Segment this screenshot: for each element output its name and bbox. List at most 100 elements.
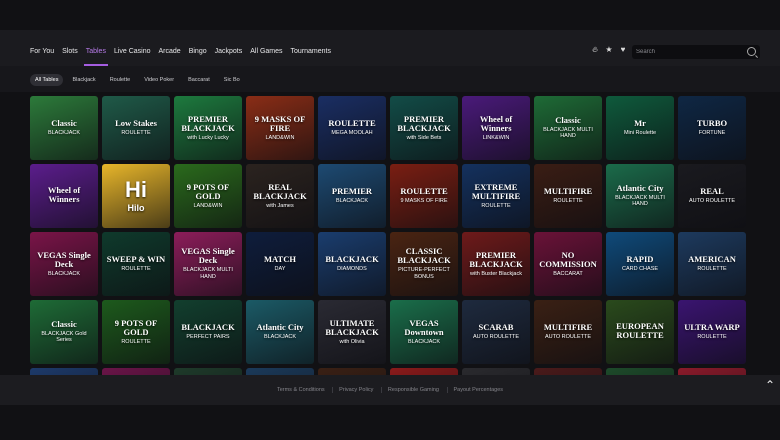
- nav-item-bingo[interactable]: Bingo: [189, 30, 207, 66]
- game-tile[interactable]: EXTREME MULTIFIRE ROULETTE: [462, 164, 530, 228]
- game-title: Classic: [555, 114, 581, 125]
- game-subtitle: ROULETTE: [697, 334, 727, 341]
- game-tile[interactable]: Hi Hilo: [102, 164, 170, 228]
- game-title: PREMIER BLACKJACK: [469, 249, 523, 269]
- game-tile[interactable]: MULTIFIRE ROULETTE: [534, 164, 602, 228]
- game-title: REAL: [700, 186, 724, 197]
- filter-baccarat[interactable]: Baccarat: [183, 74, 215, 86]
- search-icon[interactable]: [747, 47, 756, 56]
- game-tile[interactable]: [246, 368, 314, 375]
- game-tile[interactable]: 9 POTS OF GOLD LAND&WIN: [174, 164, 242, 228]
- game-subtitle: AUTO ROULETTE: [544, 334, 592, 341]
- game-tile[interactable]: Wheel of Winners LINK&WIN: [462, 96, 530, 160]
- game-tile[interactable]: PREMIER BLACKJACK with Side Bets: [390, 96, 458, 160]
- game-tile[interactable]: Atlantic City BLACKJACK MULTI HAND: [606, 164, 674, 228]
- game-tile[interactable]: ULTIMATE BLACKJACK with Olivia: [318, 300, 386, 364]
- game-subtitle: ROULETTE: [553, 198, 583, 205]
- game-tile[interactable]: Classic BLACKJACK Gold Series: [30, 300, 98, 364]
- game-subtitle: Hilo: [127, 202, 145, 213]
- game-tile[interactable]: BLACKJACK DIAMONDS: [318, 232, 386, 296]
- game-title: Wheel of Winners: [47, 185, 81, 204]
- game-tile[interactable]: VEGAS Single Deck BLACKJACK: [30, 232, 98, 296]
- footer-link-terms[interactable]: Terms & Conditions: [271, 387, 331, 393]
- game-tile[interactable]: Classic BLACKJACK: [30, 96, 98, 160]
- game-tile[interactable]: Low Stakes ROULETTE: [102, 96, 170, 160]
- game-tile[interactable]: 9 POTS OF GOLD ROULETTE: [102, 300, 170, 364]
- game-tile[interactable]: VEGAS Single Deck BLACKJACK MULTI HAND: [174, 232, 242, 296]
- game-tile[interactable]: AMERICAN ROULETTE: [678, 232, 746, 296]
- game-tile[interactable]: NO COMMISSION BACCARAT: [534, 232, 602, 296]
- filter-roulette[interactable]: Roulette: [105, 74, 136, 86]
- game-tile[interactable]: Mr Mini Roulette: [606, 96, 674, 160]
- game-tile[interactable]: RAPID CARD CHASE: [606, 232, 674, 296]
- game-subtitle: with James: [266, 202, 294, 209]
- game-tile[interactable]: Atlantic City BLACKJACK: [246, 300, 314, 364]
- game-tile[interactable]: [606, 368, 674, 375]
- nav-item-for-you[interactable]: For You: [30, 30, 54, 66]
- game-tile[interactable]: EUROPEAN ROULETTE: [606, 300, 674, 364]
- game-tile[interactable]: REAL AUTO ROULETTE: [678, 164, 746, 228]
- game-tile[interactable]: MULTIFIRE AUTO ROULETTE: [534, 300, 602, 364]
- footer-link-responsible-gaming[interactable]: Responsible Gaming: [380, 387, 445, 393]
- game-subtitle: AUTO ROULETTE: [688, 198, 736, 205]
- star-icon[interactable]: ★: [604, 45, 614, 55]
- footer-link-payout[interactable]: Payout Percentages: [446, 387, 510, 393]
- game-tile[interactable]: MATCH DAY: [246, 232, 314, 296]
- game-subtitle: BLACKJACK MULTI HAND: [615, 194, 665, 208]
- search-input[interactable]: [636, 47, 740, 57]
- game-title: CLASSIC BLACKJACK: [397, 246, 451, 266]
- game-tile[interactable]: [30, 368, 98, 375]
- filter-blackjack[interactable]: Blackjack: [67, 74, 100, 86]
- footer: Terms & Conditions Privacy Policy Respon…: [0, 375, 780, 405]
- nav-item-all-games[interactable]: All Games: [250, 30, 282, 66]
- nav-item-tournaments[interactable]: Tournaments: [291, 30, 331, 66]
- game-title: Atlantic City: [256, 322, 304, 333]
- filter-video-poker[interactable]: Video Poker: [139, 74, 179, 86]
- game-tile[interactable]: Wheel of Winners: [30, 164, 98, 228]
- game-title: EUROPEAN ROULETTE: [616, 321, 664, 340]
- game-tile[interactable]: SWEEP & WIN ROULETTE: [102, 232, 170, 296]
- game-tile[interactable]: [534, 368, 602, 375]
- filter-sic-bo[interactable]: Sic Bo: [219, 74, 245, 86]
- game-title: Classic: [51, 118, 77, 129]
- game-subtitle: ROULETTE: [121, 130, 151, 137]
- game-tile[interactable]: CLASSIC BLACKJACK PICTURE-PERFECT BONUS: [390, 232, 458, 296]
- game-tile[interactable]: PREMIER BLACKJACK with Lucky Lucky: [174, 96, 242, 160]
- game-tile[interactable]: TURBO FORTUNE: [678, 96, 746, 160]
- game-tile[interactable]: 9 MASKS OF FIRE LAND&WIN: [246, 96, 314, 160]
- flame-icon[interactable]: 🔥︎: [590, 45, 600, 55]
- game-title: Hi: [125, 176, 147, 202]
- game-tile[interactable]: [678, 368, 746, 375]
- game-tile[interactable]: PREMIER BLACKJACK: [318, 164, 386, 228]
- game-title: Low Stakes: [115, 118, 157, 129]
- game-tile[interactable]: ROULETTE MEGA MOOLAH: [318, 96, 386, 160]
- game-title: ROULETTE: [400, 186, 448, 197]
- game-tile[interactable]: [174, 368, 242, 375]
- nav-item-slots[interactable]: Slots: [62, 30, 78, 66]
- game-tile[interactable]: [318, 368, 386, 375]
- game-tile[interactable]: [462, 368, 530, 375]
- chevron-up-icon[interactable]: ⌃: [765, 378, 775, 392]
- game-tile[interactable]: SCARAB AUTO ROULETTE: [462, 300, 530, 364]
- game-subtitle: DAY: [274, 266, 286, 273]
- footer-link-privacy[interactable]: Privacy Policy: [332, 387, 379, 393]
- heart-icon[interactable]: ♥: [618, 45, 628, 55]
- game-tile[interactable]: ROULETTE 9 MASKS OF FIRE: [390, 164, 458, 228]
- game-tile[interactable]: [390, 368, 458, 375]
- nav-item-live-casino[interactable]: Live Casino: [114, 30, 151, 66]
- game-tile[interactable]: BLACKJACK PERFECT PAIRS: [174, 300, 242, 364]
- game-title: BLACKJACK: [181, 322, 235, 333]
- game-tile[interactable]: ULTRA WARP ROULETTE: [678, 300, 746, 364]
- game-subtitle: DIAMONDS: [337, 266, 367, 273]
- game-tile[interactable]: VEGAS Downtown BLACKJACK: [390, 300, 458, 364]
- nav-item-arcade[interactable]: Arcade: [159, 30, 181, 66]
- game-title: SWEEP & WIN: [106, 254, 166, 265]
- nav-item-jackpots[interactable]: Jackpots: [215, 30, 243, 66]
- game-tile[interactable]: Classic BLACKJACK MULTI HAND: [534, 96, 602, 160]
- game-tile[interactable]: REAL BLACKJACK with James: [246, 164, 314, 228]
- game-tile[interactable]: PREMIER BLACKJACK with Buster Blackjack: [462, 232, 530, 296]
- game-tile[interactable]: VEGAS: [102, 368, 170, 375]
- game-title: MULTIFIRE: [543, 186, 593, 197]
- nav-item-tables[interactable]: Tables: [83, 30, 109, 66]
- filter-all-tables[interactable]: All Tables: [30, 74, 64, 86]
